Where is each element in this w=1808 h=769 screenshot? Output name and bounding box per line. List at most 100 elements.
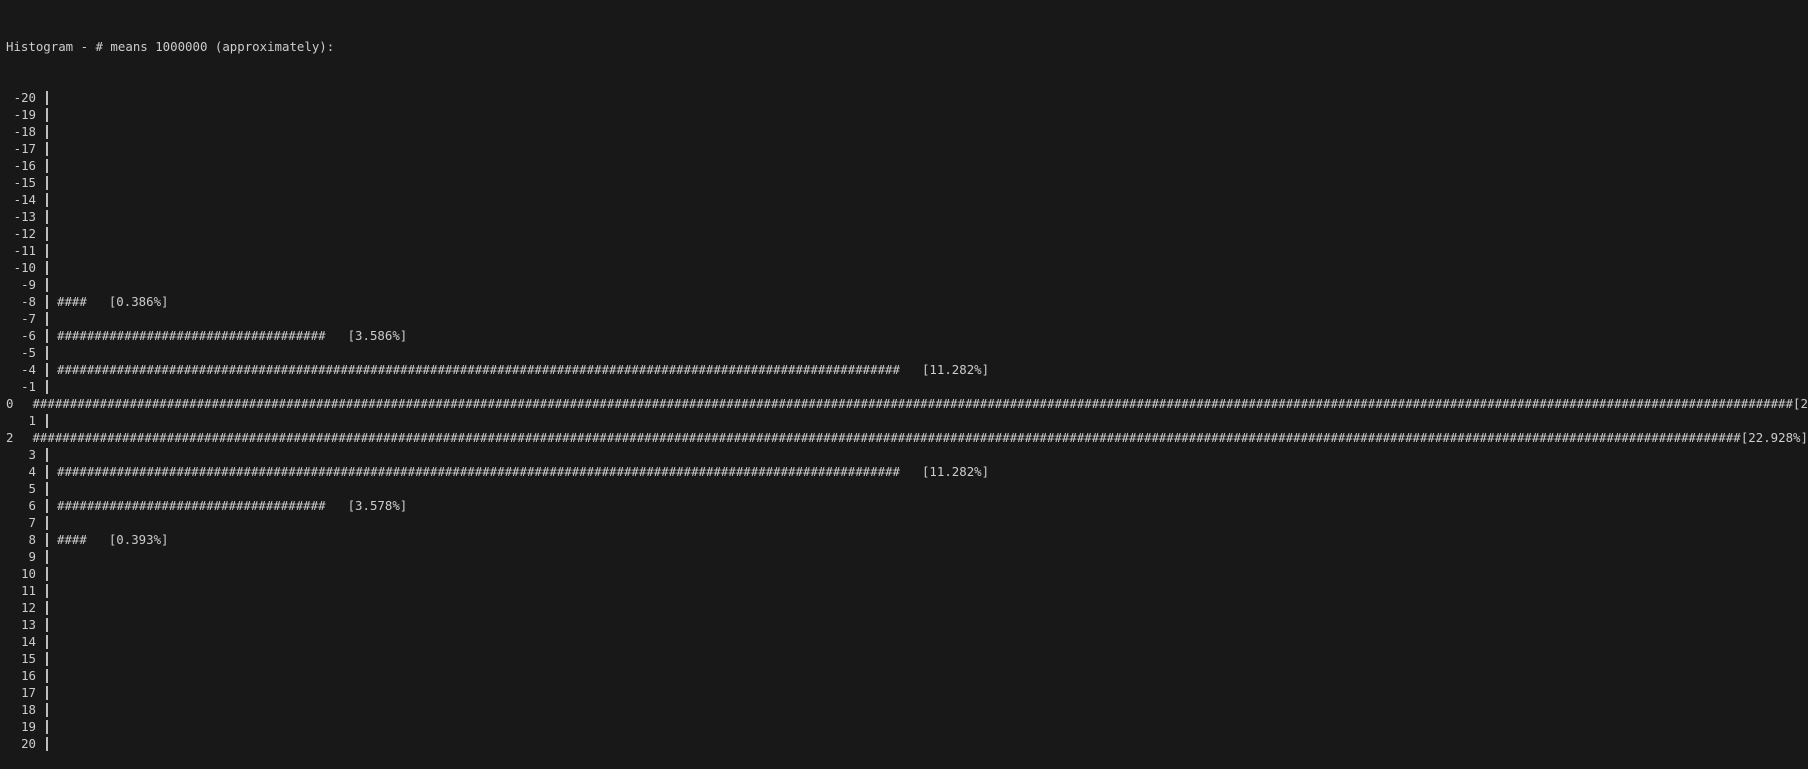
row-label: -4	[21, 362, 36, 377]
histogram-row: -18	[6, 123, 1808, 140]
histogram-row: -5	[6, 344, 1808, 361]
histogram-row: 14	[6, 633, 1808, 650]
histogram-row: 4 #######################################…	[6, 463, 1808, 480]
histogram-row: -4 ######################################…	[6, 361, 1808, 378]
histogram-header: Histogram - # means 1000000 (approximate…	[6, 39, 335, 54]
axis-separator	[46, 90, 48, 105]
histogram-row: -20	[6, 89, 1808, 106]
row-label: -19	[13, 107, 36, 122]
histogram-row: -7	[6, 310, 1808, 327]
histogram-row: 5	[6, 480, 1808, 497]
axis-separator	[46, 311, 48, 326]
row-label: 1	[28, 413, 36, 428]
axis-separator	[46, 549, 48, 564]
axis-separator	[46, 515, 48, 530]
histogram-row: 19	[6, 718, 1808, 735]
histogram-bar: ########################################…	[32, 396, 1793, 411]
row-label: -16	[13, 158, 36, 173]
row-label: -18	[13, 124, 36, 139]
histogram-row: -16	[6, 157, 1808, 174]
histogram-row: -6 #################################### [3…	[6, 327, 1808, 344]
axis-separator	[46, 651, 48, 666]
histogram-bar: ####################################	[57, 328, 326, 343]
histogram-row: -10	[6, 259, 1808, 276]
histogram-row: 3	[6, 446, 1808, 463]
axis-separator	[46, 447, 48, 462]
histogram-bar: ########################################…	[57, 464, 900, 479]
axis-separator	[46, 243, 48, 258]
histogram-bar: ####	[57, 294, 87, 309]
axis-separator	[46, 719, 48, 734]
histogram-row: 6 #################################### [3.…	[6, 497, 1808, 514]
axis-separator	[46, 209, 48, 224]
axis-separator	[46, 600, 48, 615]
percentage-label: [3.586%]	[347, 328, 408, 343]
row-label: -20	[13, 90, 36, 105]
row-label: -17	[13, 141, 36, 156]
histogram-row: 10	[6, 565, 1808, 582]
percentage-label: [3.578%]	[347, 498, 408, 513]
axis-separator	[46, 175, 48, 190]
axis-separator	[46, 413, 48, 428]
row-label: -12	[13, 226, 36, 241]
row-label: 15	[21, 651, 36, 666]
axis-separator	[46, 124, 48, 139]
row-label: 18	[21, 702, 36, 717]
histogram-row: -1	[6, 378, 1808, 395]
histogram-bar: ########################################…	[32, 430, 1741, 445]
row-label: 11	[21, 583, 36, 598]
row-label: -13	[13, 209, 36, 224]
histogram-row: -19	[6, 106, 1808, 123]
histogram-rows: -20 -19 -18 -17 -16 -15 -14 -13 -12 -11 -10 -9 -8 ###…	[6, 89, 1808, 752]
axis-separator	[46, 617, 48, 632]
histogram-row: -11	[6, 242, 1808, 259]
axis-separator	[46, 158, 48, 173]
row-label: 17	[21, 685, 36, 700]
percentage-label: [11.282%]	[921, 464, 990, 479]
row-label: -10	[13, 260, 36, 275]
row-label: -11	[13, 243, 36, 258]
histogram-row: 15	[6, 650, 1808, 667]
row-label: 20	[21, 736, 36, 751]
axis-separator	[46, 260, 48, 275]
axis-separator	[46, 345, 48, 360]
row-label: -7	[21, 311, 36, 326]
histogram-row: 16	[6, 667, 1808, 684]
row-label: 10	[21, 566, 36, 581]
row-label: 2	[6, 430, 14, 445]
row-label: -15	[13, 175, 36, 190]
row-label: 13	[21, 617, 36, 632]
histogram-row: -8 #### [0.386%]	[6, 293, 1808, 310]
axis-separator	[46, 141, 48, 156]
row-label: 8	[28, 532, 36, 547]
axis-separator	[46, 464, 48, 479]
row-label: 12	[21, 600, 36, 615]
row-label: 7	[28, 515, 36, 530]
axis-separator	[46, 634, 48, 649]
row-label: -1	[21, 379, 36, 394]
axis-separator	[46, 328, 48, 343]
histogram-row: -9	[6, 276, 1808, 293]
histogram-row: 18	[6, 701, 1808, 718]
row-label: 19	[21, 719, 36, 734]
row-label: -14	[13, 192, 36, 207]
row-label: 4	[28, 464, 36, 479]
histogram-row: 17	[6, 684, 1808, 701]
axis-separator	[46, 566, 48, 581]
percentage-label: [0.386%]	[108, 294, 169, 309]
row-label: 6	[28, 498, 36, 513]
row-label: 9	[28, 549, 36, 564]
row-label: -5	[21, 345, 36, 360]
row-label: 5	[28, 481, 36, 496]
axis-separator	[46, 685, 48, 700]
percentage-label: [11.282%]	[921, 362, 990, 377]
axis-separator	[46, 107, 48, 122]
histogram-row: 0 #######################################…	[6, 395, 1808, 412]
axis-separator	[46, 532, 48, 547]
histogram-row: -12	[6, 225, 1808, 242]
histogram-row: 12	[6, 599, 1808, 616]
axis-separator	[46, 583, 48, 598]
row-label: 14	[21, 634, 36, 649]
percentage-label: [23.640%]	[1792, 396, 1808, 411]
axis-separator	[46, 668, 48, 683]
